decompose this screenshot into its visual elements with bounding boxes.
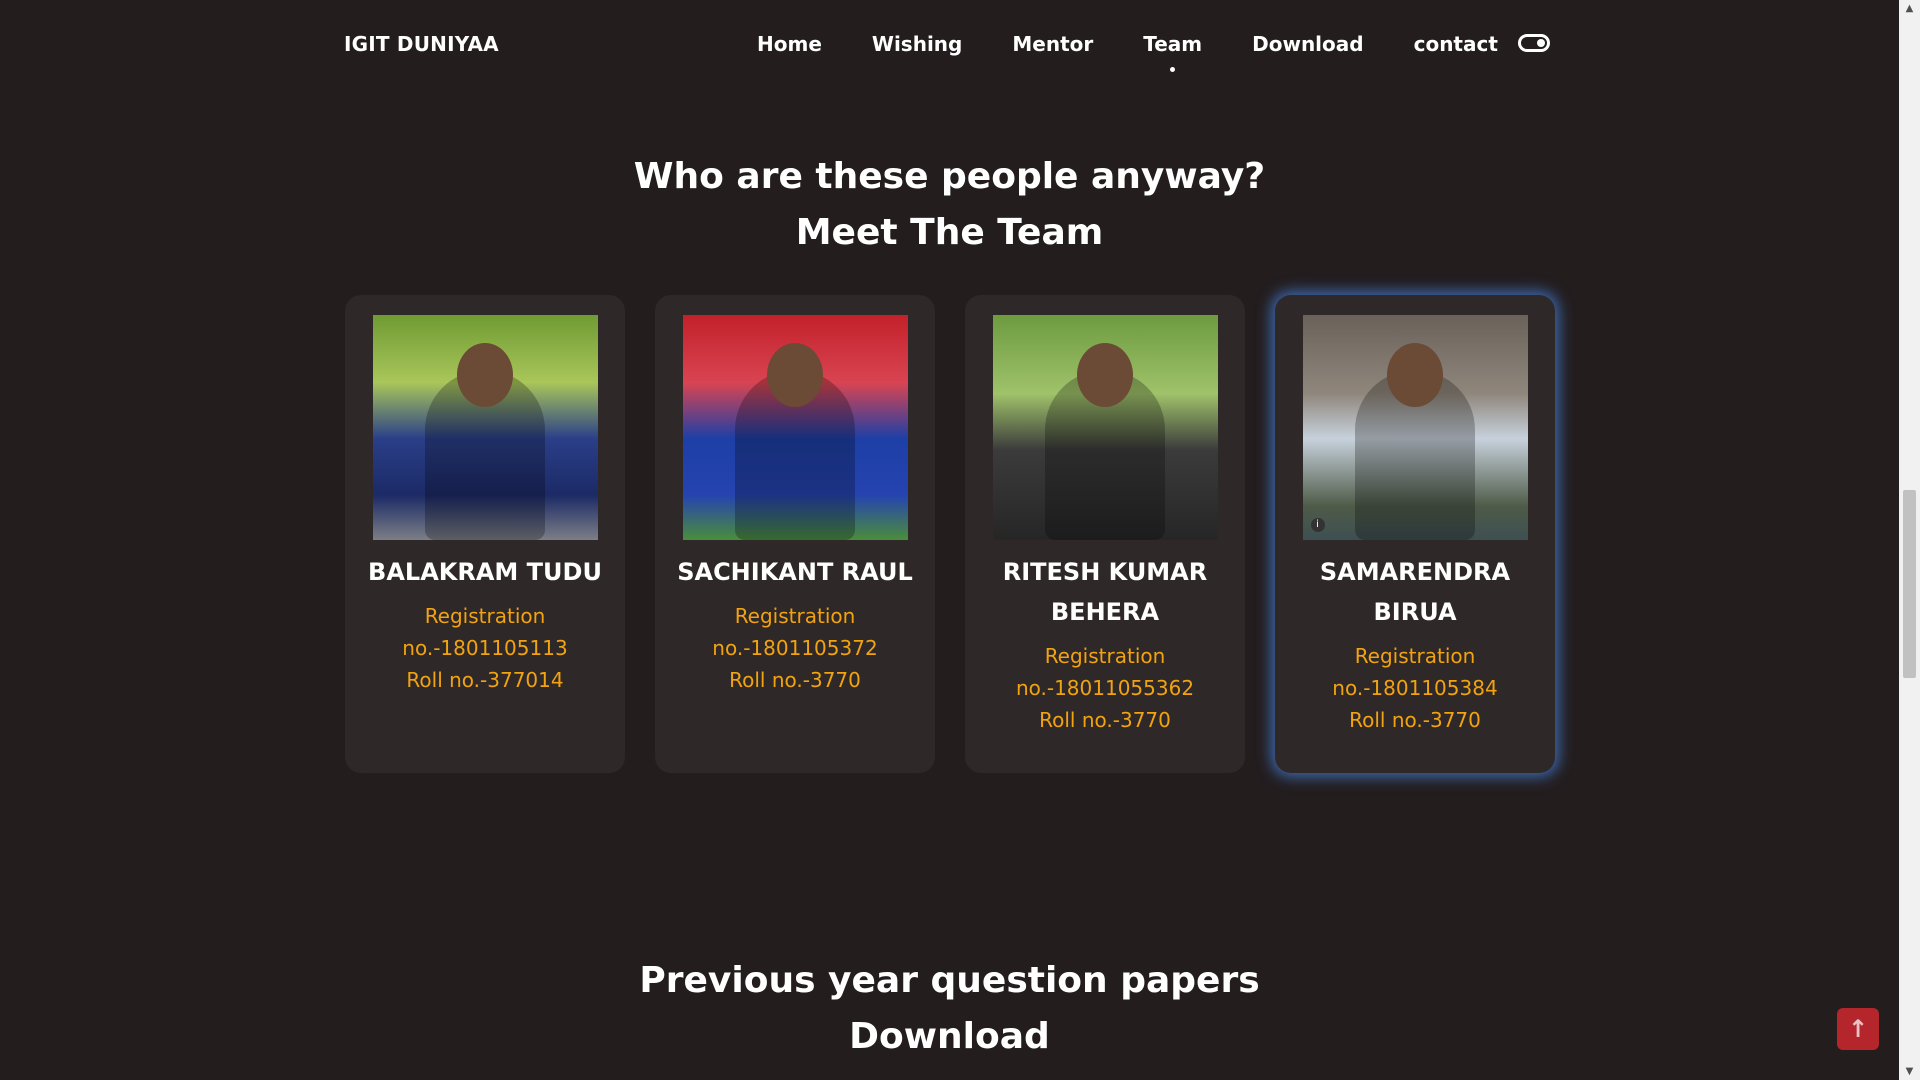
- scroll-up-icon[interactable]: ▲: [1899, 0, 1920, 17]
- back-to-top-button[interactable]: ↑: [1837, 1008, 1879, 1050]
- brand-logo[interactable]: IGIT DUNIYAA: [344, 32, 499, 56]
- scroll-thumb[interactable]: [1903, 490, 1916, 678]
- member-registration: Registration no.-1801105384: [1332, 644, 1498, 700]
- download-heading: Previous year question papers: [639, 960, 1260, 1001]
- info-icon[interactable]: i: [1310, 518, 1325, 532]
- download-subheading: Download: [849, 1016, 1050, 1057]
- nav-team[interactable]: Team: [1143, 28, 1202, 72]
- nav-download[interactable]: Download: [1252, 28, 1363, 60]
- member-roll: Roll no.-3770: [729, 668, 861, 692]
- navbar: IGIT DUNIYAA Home Wishing Mentor Team Do…: [0, 0, 1899, 90]
- nav-menu: Home Wishing Mentor Team Download contac…: [757, 28, 1498, 72]
- team-heading: Who are these people anyway?: [633, 156, 1266, 197]
- photo-head: [767, 343, 823, 407]
- page: IGIT DUNIYAA Home Wishing Mentor Team Do…: [0, 0, 1899, 1080]
- nav-contact[interactable]: contact: [1414, 28, 1498, 60]
- member-name: SACHIKANT RAUL: [677, 558, 913, 586]
- member-photo: [372, 315, 598, 540]
- nav-home[interactable]: Home: [757, 28, 822, 60]
- member-roll: Roll no.-377014: [406, 668, 564, 692]
- member-roll: Roll no.-3770: [1039, 708, 1171, 732]
- member-photo: [682, 315, 908, 540]
- nav-wishing[interactable]: Wishing: [872, 28, 962, 60]
- member-name: BALAKRAM TUDU: [368, 558, 602, 586]
- team-card-highlighted: i SAMARENDRA BIRUA Registration no.-1801…: [1275, 295, 1555, 773]
- theme-toggle-icon[interactable]: [1518, 34, 1550, 52]
- team-subheading: Meet The Team: [795, 212, 1104, 253]
- nav-mentor[interactable]: Mentor: [1012, 28, 1093, 60]
- arrow-up-icon: ↑: [1847, 1015, 1869, 1043]
- member-registration: Registration no.-18011055362: [1015, 644, 1195, 700]
- member-name: RITESH KUMAR BEHERA: [1002, 558, 1208, 626]
- team-card: BALAKRAM TUDU Registration no.-180110511…: [345, 295, 625, 773]
- member-registration: Registration no.-1801105372: [712, 604, 878, 660]
- member-name: SAMARENDRA BIRUA: [1319, 558, 1511, 626]
- toggle-knob: [1537, 39, 1545, 47]
- photo-head: [457, 343, 513, 407]
- member-photo: i: [1302, 315, 1528, 540]
- team-card: RITESH KUMAR BEHERA Registration no.-180…: [965, 295, 1245, 773]
- scroll-down-icon[interactable]: ▼: [1899, 1063, 1920, 1080]
- photo-head: [1077, 343, 1133, 407]
- team-card: SACHIKANT RAUL Registration no.-18011053…: [655, 295, 935, 773]
- team-cards: BALAKRAM TUDU Registration no.-180110511…: [345, 295, 1555, 773]
- member-registration: Registration no.-1801105113: [402, 604, 568, 660]
- member-photo: [992, 315, 1218, 540]
- member-roll: Roll no.-3770: [1349, 708, 1481, 732]
- photo-head: [1387, 343, 1443, 407]
- vertical-scrollbar[interactable]: ▲ ▼: [1899, 0, 1920, 1080]
